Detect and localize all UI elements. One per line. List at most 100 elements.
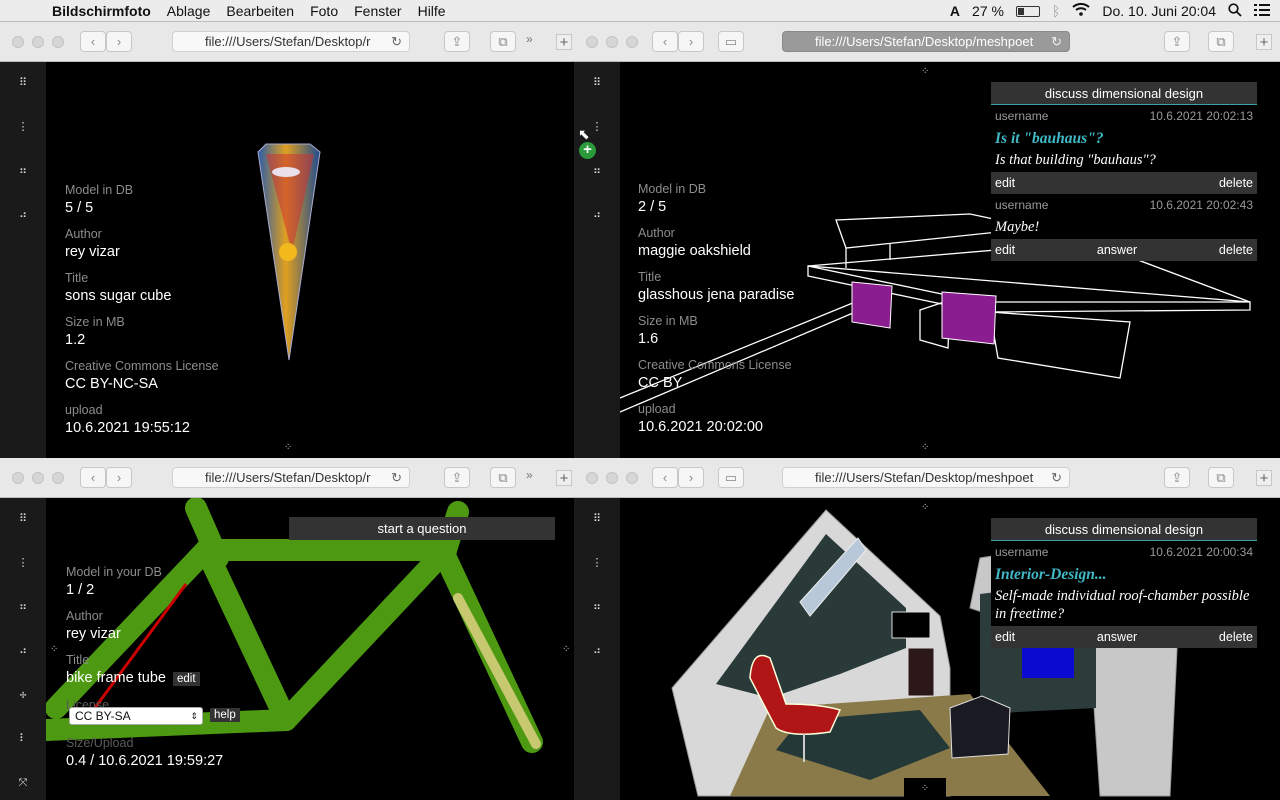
more-vertical-icon[interactable]: ⋮ <box>589 120 605 134</box>
forward-button[interactable]: › <box>678 31 704 52</box>
tabs-button[interactable]: ⧉ <box>1208 467 1234 488</box>
move-icon[interactable]: ⠴ <box>15 644 31 658</box>
edit-button[interactable]: edit <box>995 626 1015 648</box>
edit-button[interactable]: edit <box>995 172 1015 194</box>
bluetooth-icon[interactable]: ᛒ <box>1052 3 1060 19</box>
share-button[interactable]: ⇪ <box>1164 467 1190 488</box>
resize-handle-icon[interactable]: ⁘ <box>562 644 570 655</box>
move-icon[interactable]: ⠴ <box>15 208 31 222</box>
close-button[interactable] <box>12 36 24 48</box>
minimize-button[interactable] <box>32 472 44 484</box>
sidebar-toggle-button[interactable]: ▭ <box>718 31 744 52</box>
more-vertical-icon[interactable]: ⋮ <box>589 556 605 570</box>
search-icon[interactable] <box>1228 2 1242 20</box>
zoom-button[interactable] <box>626 36 638 48</box>
dots-grid-icon[interactable]: ⠶ <box>15 164 31 178</box>
close-button[interactable] <box>12 472 24 484</box>
menu-foto[interactable]: Foto <box>310 3 338 19</box>
menu-app-name[interactable]: Bildschirmfoto <box>52 3 151 19</box>
more-icon[interactable]: » <box>526 32 533 46</box>
model-info: Model in DB 5 / 5 Author rey vizar Title… <box>65 174 219 438</box>
discussion-header[interactable]: discuss dimensional design <box>991 82 1257 105</box>
menu-fenster[interactable]: Fenster <box>354 3 401 19</box>
forward-button[interactable]: › <box>106 467 132 488</box>
more-icon[interactable]: » <box>526 468 533 482</box>
download-icon[interactable]: ⠇ <box>15 732 31 746</box>
menu-grid-icon[interactable]: ⠿ <box>15 512 31 526</box>
resize-handle-icon[interactable]: ⁘ <box>921 502 929 513</box>
cone-model-viewport[interactable] <box>240 132 340 362</box>
delete-button[interactable]: delete <box>1219 172 1253 194</box>
delete-button[interactable]: delete <box>1219 626 1253 648</box>
dots-grid-icon[interactable]: ⠶ <box>589 164 605 178</box>
zoom-button[interactable] <box>52 472 64 484</box>
discussion-header[interactable]: discuss dimensional design <box>991 518 1257 541</box>
resize-handle-icon[interactable]: ⁘ <box>50 644 58 655</box>
share-button[interactable]: ⇪ <box>1164 31 1190 52</box>
menu-bearbeiten[interactable]: Bearbeiten <box>226 3 294 19</box>
zoom-button[interactable] <box>626 472 638 484</box>
new-tab-button[interactable]: + <box>1256 34 1272 50</box>
close-button[interactable] <box>586 36 598 48</box>
forward-button[interactable]: › <box>678 467 704 488</box>
address-bar[interactable]: file:///Users/Stefan/Desktop/meshpoet ↻ <box>782 467 1070 488</box>
menu-grid-icon[interactable]: ⠿ <box>15 76 31 90</box>
address-bar[interactable]: file:///Users/Stefan/Desktop/r ↻ <box>172 467 410 488</box>
license-select[interactable]: CC BY-SA ⇕ <box>69 707 203 725</box>
reload-icon[interactable]: ↻ <box>391 468 402 487</box>
start-question-button[interactable]: start a question <box>289 517 555 540</box>
resize-handle-icon[interactable]: ⁘ <box>921 442 929 453</box>
control-center-icon[interactable] <box>1254 3 1270 19</box>
more-vertical-icon[interactable]: ⋮ <box>15 120 31 134</box>
back-button[interactable]: ‹ <box>80 31 106 52</box>
tabs-button[interactable]: ⧉ <box>1208 31 1234 52</box>
new-tab-button[interactable]: + <box>556 470 572 486</box>
more-vertical-icon[interactable]: ⋮ <box>15 556 31 570</box>
edit-button[interactable]: edit <box>995 239 1015 261</box>
menu-grid-icon[interactable]: ⠿ <box>589 512 605 526</box>
adobe-icon[interactable]: A <box>950 3 960 19</box>
menu-grid-icon[interactable]: ⠿ <box>589 76 605 90</box>
battery-icon[interactable] <box>1015 5 1040 17</box>
delete-button[interactable]: delete <box>1219 239 1253 261</box>
share-button[interactable]: ⇪ <box>444 31 470 52</box>
share-button[interactable]: ⇪ <box>444 467 470 488</box>
crosshair-icon[interactable]: ✢ <box>15 688 31 702</box>
move-icon[interactable]: ⠴ <box>589 208 605 222</box>
move-icon[interactable]: ⠴ <box>589 644 605 658</box>
minimize-button[interactable] <box>32 36 44 48</box>
bottom-handle[interactable]: ⁘ <box>904 778 946 800</box>
answer-button[interactable]: answer <box>1097 626 1137 648</box>
new-tab-button[interactable]: + <box>556 34 572 50</box>
address-bar[interactable]: file:///Users/Stefan/Desktop/meshpoet ↻ <box>782 31 1070 52</box>
reload-icon[interactable]: ↻ <box>1051 32 1062 51</box>
resize-handle-icon[interactable]: ⁘ <box>284 442 292 453</box>
address-bar[interactable]: file:///Users/Stefan/Desktop/r ↻ <box>172 31 410 52</box>
answer-button[interactable]: answer <box>1097 239 1137 261</box>
new-tab-button[interactable]: + <box>1256 470 1272 486</box>
minimize-button[interactable] <box>606 472 618 484</box>
zoom-button[interactable] <box>52 36 64 48</box>
menu-hilfe[interactable]: Hilfe <box>418 3 446 19</box>
tabs-button[interactable]: ⧉ <box>490 467 516 488</box>
dots-grid-icon[interactable]: ⠶ <box>15 600 31 614</box>
edit-title-button[interactable]: edit <box>172 672 200 686</box>
sidebar-toggle-button[interactable]: ▭ <box>718 467 744 488</box>
add-circle-icon[interactable]: + <box>579 142 596 159</box>
help-button[interactable]: help <box>210 708 240 722</box>
reload-icon[interactable]: ↻ <box>1051 468 1062 487</box>
back-button[interactable]: ‹ <box>652 31 678 52</box>
minimize-button[interactable] <box>606 36 618 48</box>
dots-grid-icon[interactable]: ⠶ <box>589 600 605 614</box>
resize-handle-icon[interactable]: ⁘ <box>921 66 929 77</box>
reload-icon[interactable]: ↻ <box>391 32 402 51</box>
forward-button[interactable]: › <box>106 31 132 52</box>
back-button[interactable]: ‹ <box>652 467 678 488</box>
back-button[interactable]: ‹ <box>80 467 106 488</box>
menu-ablage[interactable]: Ablage <box>167 3 211 19</box>
datetime[interactable]: Do. 10. Juni 20:04 <box>1102 3 1216 19</box>
tabs-button[interactable]: ⧉ <box>490 31 516 52</box>
expand-icon[interactable]: ⤧ <box>15 776 31 790</box>
wifi-icon[interactable] <box>1072 3 1091 19</box>
close-button[interactable] <box>586 472 598 484</box>
